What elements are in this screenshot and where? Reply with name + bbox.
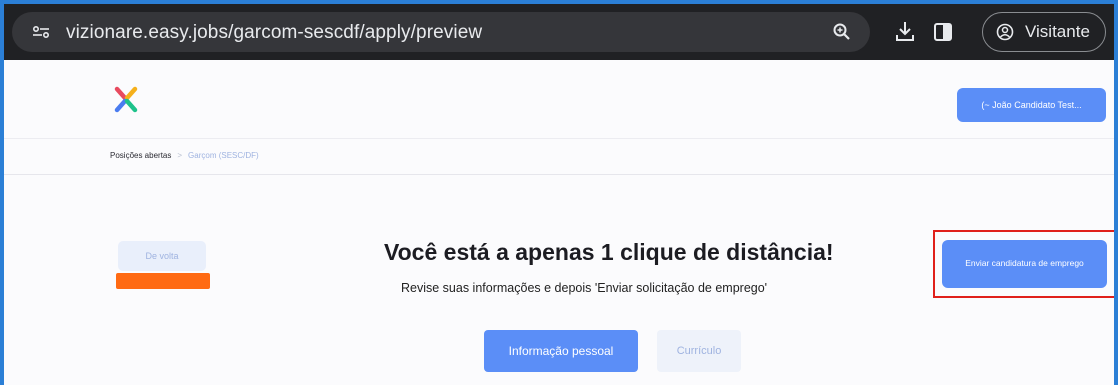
divider xyxy=(4,174,1114,175)
breadcrumb-root-link[interactable]: Posições abertas xyxy=(110,151,171,160)
site-info-icon[interactable] xyxy=(32,25,50,39)
user-menu-button[interactable]: (~ João Candidato Test... xyxy=(957,88,1106,122)
redaction-mark xyxy=(116,273,210,289)
side-panel-icon[interactable] xyxy=(934,23,952,41)
download-icon[interactable] xyxy=(894,20,916,44)
profile-icon xyxy=(996,23,1014,41)
tab-resume[interactable]: Currículo xyxy=(657,330,741,372)
profile-label: Visitante xyxy=(1025,22,1090,41)
page-subtitle: Revise suas informações e depois 'Enviar… xyxy=(401,281,768,295)
submit-application-button[interactable]: Enviar candidatura de emprego xyxy=(942,240,1107,288)
browser-window: vizionare.easy.jobs/garcom-sescdf/apply/… xyxy=(4,4,1114,385)
back-button[interactable]: De volta xyxy=(118,241,206,271)
browser-toolbar: vizionare.easy.jobs/garcom-sescdf/apply/… xyxy=(4,4,1114,60)
zoom-icon[interactable] xyxy=(832,22,852,42)
divider xyxy=(4,138,1114,139)
profile-button[interactable]: Visitante xyxy=(982,12,1106,52)
url-text[interactable]: vizionare.easy.jobs/garcom-sescdf/apply/… xyxy=(66,22,482,44)
breadcrumb-separator: > xyxy=(177,151,183,160)
breadcrumb-current: Garçom (SESC/DF) xyxy=(188,151,259,160)
logo-icon[interactable] xyxy=(114,86,138,114)
breadcrumb: Posições abertas > Garçom (SESC/DF) xyxy=(110,151,259,160)
page-title: Você está a apenas 1 clique de distância… xyxy=(384,239,834,265)
address-bar[interactable]: vizionare.easy.jobs/garcom-sescdf/apply/… xyxy=(12,12,870,52)
tab-personal-info[interactable]: Informação pessoal xyxy=(484,330,638,372)
page-content: (~ João Candidato Test... Posições abert… xyxy=(4,60,1114,385)
